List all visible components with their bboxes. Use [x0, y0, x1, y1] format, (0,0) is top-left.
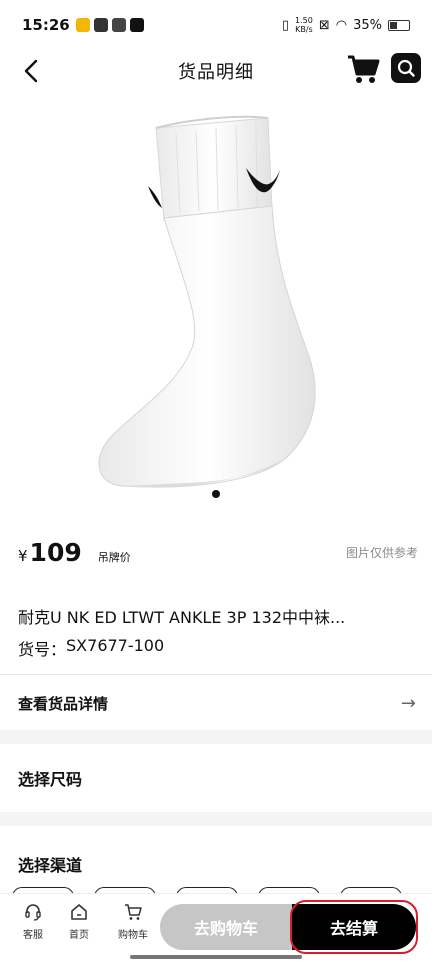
status-bar: 15:26 ▯ 1.50 KB/s ⊠ ◠ 35% [0, 0, 432, 50]
channel-section-label: 选择渠道 [18, 856, 83, 875]
status-time: 15:26 [22, 16, 70, 34]
battery-percent: 35% [353, 17, 382, 33]
checkout-button[interactable]: 去结算 [292, 904, 416, 950]
nav-service-label: 客服 [23, 930, 43, 941]
app-icon [93, 18, 108, 32]
headset-icon [25, 904, 41, 921]
price-tag-label: 吊牌价 [97, 551, 131, 564]
header: 货品明细 [0, 50, 432, 92]
cart-icon[interactable] [346, 52, 380, 86]
cart-outline-icon [125, 904, 142, 920]
battery-icon [388, 19, 410, 31]
add-to-cart-button[interactable]: 去购物车 [160, 904, 292, 950]
sku-row: 货号： SX7677-100 [18, 636, 164, 660]
price-row: ¥ 109 吊牌价 图片仅供参考 [18, 538, 418, 578]
product-image[interactable] [0, 96, 432, 500]
page-title: 货品明细 [178, 62, 254, 83]
arrow-right-icon: → [400, 692, 416, 714]
section-spacer [0, 730, 432, 744]
section-spacer [0, 812, 432, 826]
nav-cart-label: 购物车 [118, 930, 148, 941]
app-grid-icon [111, 18, 126, 32]
carousel-indicator [212, 490, 220, 498]
status-app-icons [75, 18, 144, 32]
details-label: 查看货品详情 [18, 694, 109, 713]
tiktok-icon [129, 18, 144, 32]
product-name: 耐克U NK ED LTWT ANKLE 3P 132中中袜... [18, 608, 346, 627]
network-speed: 1.50 KB/s [295, 16, 313, 34]
home-icon [71, 904, 87, 920]
weibo-icon [75, 18, 90, 32]
back-icon[interactable] [16, 56, 46, 86]
wifi-icon: ◠ [335, 17, 348, 33]
divider [0, 674, 432, 675]
nav-cart[interactable]: 购物车 [110, 902, 156, 941]
product-details-link[interactable]: 查看货品详情 → [0, 676, 432, 730]
bottom-action-bar: 客服 首页 购物车 去购物车 去结算 [0, 893, 432, 964]
nav-home[interactable]: 首页 [56, 902, 102, 941]
status-indicators: ▯ 1.50 KB/s ⊠ ◠ 35% [282, 16, 410, 34]
size-section-title: 选择尺码 [14, 766, 85, 790]
sku-value: SX7677-100 [66, 636, 165, 655]
price-value: 109 [29, 538, 82, 567]
sku-label: 货号： [18, 640, 67, 659]
sim-off-icon: ⊠ [318, 17, 330, 33]
image-reference-note: 图片仅供参考 [345, 546, 418, 560]
search-icon[interactable] [391, 53, 421, 83]
home-indicator [130, 955, 302, 959]
currency-symbol: ¥ [18, 547, 28, 565]
speed-unit: KB/s [295, 25, 313, 34]
channel-section-title: 选择渠道 [14, 852, 85, 876]
nav-customer-service[interactable]: 客服 [10, 902, 56, 941]
speed-value: 1.50 [295, 16, 313, 25]
nav-home-label: 首页 [69, 930, 89, 941]
size-section-label: 选择尺码 [18, 770, 83, 789]
vibrate-icon: ▯ [281, 17, 290, 33]
